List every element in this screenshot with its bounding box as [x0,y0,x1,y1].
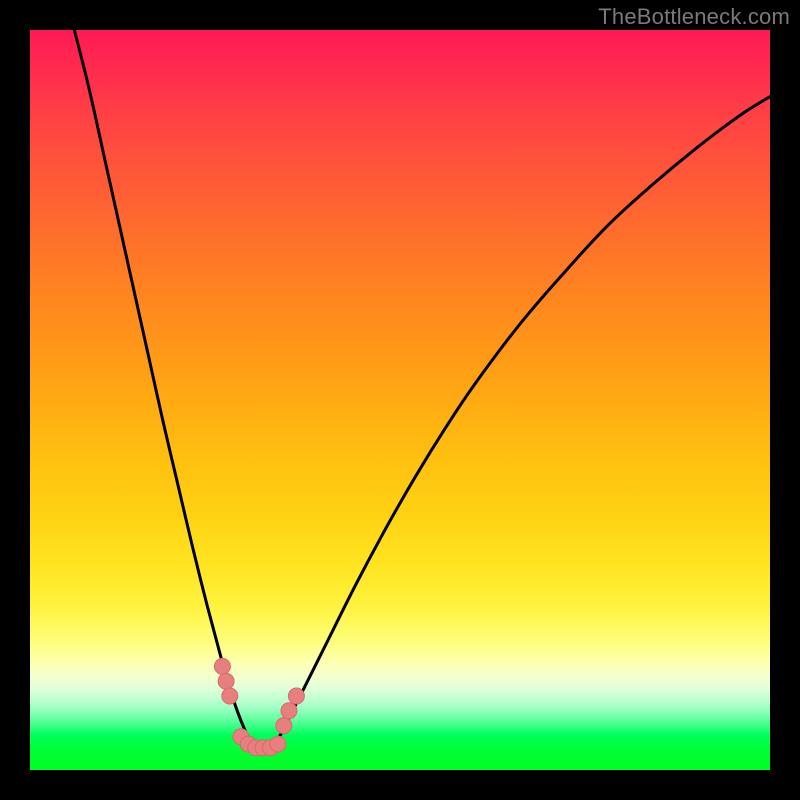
marker-point [281,703,297,719]
marker-point [222,688,238,704]
watermark-text: TheBottleneck.com [598,4,790,30]
marker-point [214,658,230,674]
marker-point [218,673,234,689]
bottleneck-curve [74,30,770,748]
curve-layer [30,30,770,770]
marker-point [288,688,304,704]
marker-point [270,736,286,752]
series-right-curve [274,97,770,745]
marker-point [276,718,292,734]
plot-area [30,30,770,770]
curve-markers [214,658,304,755]
series-left-curve [74,30,252,744]
chart-frame: TheBottleneck.com [0,0,800,800]
